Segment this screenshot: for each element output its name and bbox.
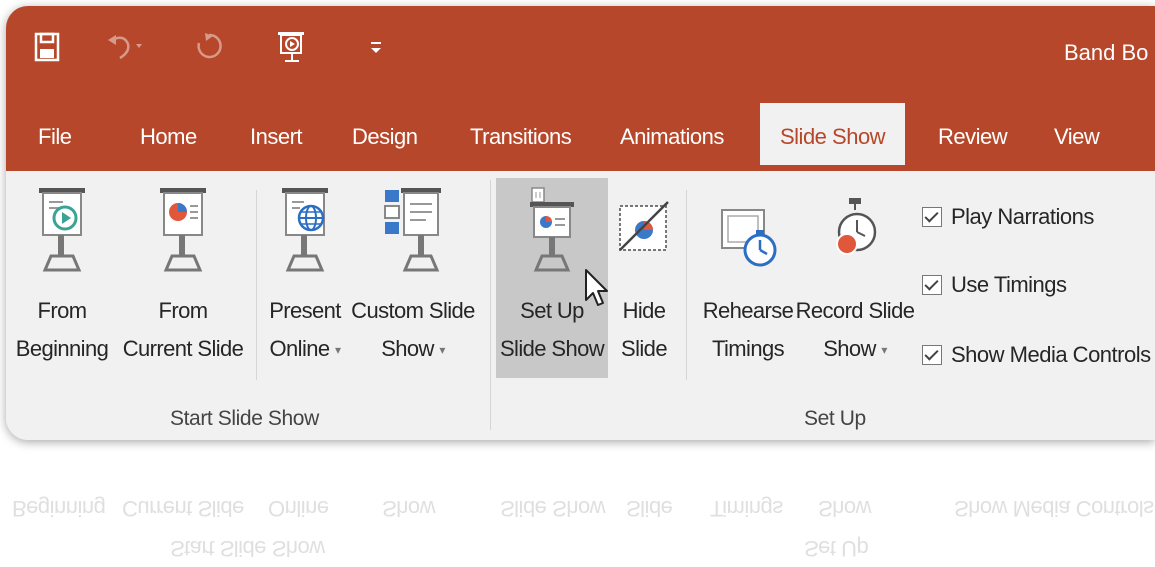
play-narrations-checkbox[interactable]: Play Narrations bbox=[922, 202, 1094, 232]
checkbox-checked-icon bbox=[922, 207, 942, 227]
reflection-text: Online bbox=[268, 496, 329, 521]
chevron-down-icon: ▾ bbox=[335, 343, 341, 358]
reflection-text: Show bbox=[382, 496, 436, 521]
set-up-group-label: Set Up bbox=[804, 407, 866, 430]
reflection: Start Slide Show Set Up Beginning Curren… bbox=[6, 442, 1155, 567]
reflection-text: Show bbox=[818, 496, 872, 521]
from-beginning-icon bbox=[35, 184, 89, 281]
tab-review[interactable]: Review bbox=[938, 103, 1008, 165]
present-online-label-2: Online bbox=[269, 336, 331, 361]
set-up-slide-show-label-2: Slide Show bbox=[499, 336, 605, 361]
tab-view[interactable]: View bbox=[1054, 103, 1100, 165]
group-separator bbox=[490, 180, 491, 430]
reflection-text: Set Up bbox=[804, 536, 869, 561]
present-online-icon bbox=[278, 184, 332, 281]
mouse-pointer-icon bbox=[584, 268, 610, 313]
checkbox-checked-icon bbox=[922, 275, 942, 295]
use-timings-checkbox[interactable]: Use Timings bbox=[922, 270, 1067, 300]
from-current-slide-label-2: Current Slide bbox=[122, 336, 244, 361]
start-from-beginning-icon[interactable] bbox=[272, 24, 312, 70]
tab-file[interactable]: File bbox=[38, 103, 72, 165]
tab-slide-show[interactable]: Slide Show bbox=[760, 103, 906, 165]
reflection-text: Slide bbox=[626, 496, 673, 521]
save-icon[interactable] bbox=[30, 24, 64, 70]
custom-slide-show-icon bbox=[381, 184, 445, 281]
hide-slide-label-2: Slide bbox=[621, 336, 668, 361]
reflection-text: Start Slide Show bbox=[170, 536, 325, 561]
custom-slide-show-label-1: Custom Slide bbox=[351, 298, 475, 323]
document-title: Band Bo bbox=[1064, 40, 1149, 65]
from-beginning-button[interactable]: From Beginning bbox=[12, 178, 112, 378]
present-online-label-1: Present bbox=[269, 298, 341, 323]
chevron-down-icon: ▾ bbox=[439, 343, 445, 358]
present-online-button[interactable]: Present Online ▾ bbox=[266, 178, 344, 378]
undo-icon[interactable] bbox=[106, 24, 146, 70]
reflection-text: Beginning bbox=[12, 496, 106, 521]
reflection-text: Show Media Controls bbox=[954, 496, 1154, 521]
title-bar bbox=[6, 6, 1155, 109]
separator bbox=[686, 190, 687, 380]
from-current-slide-button[interactable]: From Current Slide bbox=[120, 178, 246, 378]
hide-slide-button[interactable]: Hide Slide bbox=[612, 178, 676, 378]
tab-insert[interactable]: Insert bbox=[250, 103, 303, 165]
reflection-text: Slide Show bbox=[500, 496, 606, 521]
customize-qat-icon[interactable] bbox=[364, 24, 388, 70]
tab-transitions[interactable]: Transitions bbox=[470, 103, 572, 165]
tab-animations[interactable]: Animations bbox=[620, 103, 724, 165]
record-slide-show-button[interactable]: Record Slide Show ▾ bbox=[794, 178, 916, 378]
chevron-down-icon: ▾ bbox=[881, 343, 887, 358]
tab-design[interactable]: Design bbox=[352, 103, 418, 165]
redo-icon[interactable] bbox=[192, 24, 226, 70]
reflection-text: Current Slide bbox=[122, 496, 244, 521]
show-media-controls-label: Show Media Controls bbox=[951, 342, 1151, 367]
custom-slide-show-button[interactable]: Custom Slide Show ▾ bbox=[348, 178, 478, 378]
separator bbox=[256, 190, 257, 380]
from-current-slide-label-1: From bbox=[158, 298, 209, 323]
hide-slide-icon bbox=[616, 184, 672, 269]
show-media-controls-checkbox[interactable]: Show Media Controls bbox=[922, 340, 1151, 370]
from-beginning-label-1: From bbox=[37, 298, 88, 323]
set-up-slide-show-icon bbox=[522, 184, 582, 281]
record-slide-show-icon bbox=[825, 184, 885, 279]
checkbox-checked-icon bbox=[922, 345, 942, 365]
rehearse-timings-button[interactable]: Rehearse Timings bbox=[702, 178, 794, 378]
hide-slide-label-1: Hide bbox=[622, 298, 666, 323]
record-slide-show-label-1: Record Slide bbox=[795, 298, 915, 323]
custom-slide-show-label-2: Show bbox=[381, 336, 434, 361]
rehearse-timings-label-1: Rehearse bbox=[702, 298, 794, 323]
record-slide-show-label-2: Show bbox=[823, 336, 876, 361]
use-timings-label: Use Timings bbox=[951, 272, 1067, 297]
rehearse-timings-icon bbox=[716, 184, 780, 279]
start-slide-show-group-label: Start Slide Show bbox=[170, 407, 319, 430]
reflection-text: Timings bbox=[710, 496, 783, 521]
tab-home[interactable]: Home bbox=[140, 103, 197, 165]
from-current-slide-icon bbox=[156, 184, 210, 281]
rehearse-timings-label-2: Timings bbox=[712, 336, 785, 361]
from-beginning-label-2: Beginning bbox=[15, 336, 109, 361]
play-narrations-label: Play Narrations bbox=[951, 204, 1094, 229]
